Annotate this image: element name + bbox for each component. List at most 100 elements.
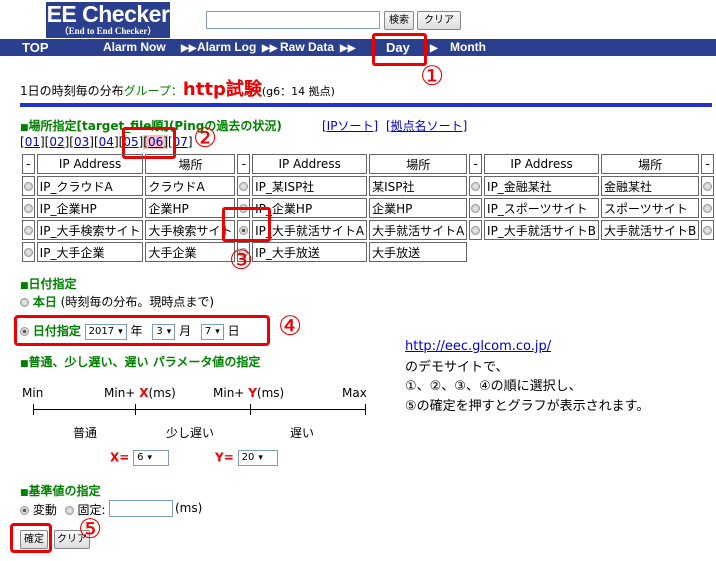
page-link[interactable]: 01 — [25, 135, 40, 149]
info-line-3: ⑤の確定を押すとグラフが表示されます。 — [405, 399, 650, 414]
y-select[interactable]: 20 — [237, 450, 278, 466]
table-row: IP_大手検索サイト 大手検索サイト IP_大手就活サイトA 大手就活サイトA … — [22, 220, 714, 240]
location-radio[interactable] — [22, 220, 35, 240]
table-header: 場所 — [145, 154, 236, 174]
nav-alarm-now[interactable]: Alarm Now — [103, 40, 166, 55]
annotation-4: ④ — [278, 311, 303, 342]
nav-arrow-icon: ▶▶ — [181, 43, 197, 54]
location-radio[interactable] — [22, 198, 35, 218]
nav-top[interactable]: TOP — [22, 40, 49, 55]
table-header: IP Address — [36, 154, 144, 174]
x-select[interactable]: 6 — [133, 450, 170, 466]
variable-label: 変動 — [32, 503, 57, 517]
search-button[interactable]: 検索 — [384, 11, 414, 30]
ip-cell: IP_大手就活サイトB — [484, 220, 600, 240]
scale-min-plus-x: Min+ X(ms) — [104, 386, 176, 400]
place-cell: スポーツサイト — [601, 198, 700, 218]
scale-tick — [135, 404, 136, 415]
name-sort-link[interactable]: [拠点名ソート] — [386, 117, 467, 134]
place-cell: クラウドA — [145, 176, 236, 196]
table-header-row: - IP Address 場所 - IP Address 場所 - IP Add… — [22, 154, 714, 174]
highlight-day — [372, 33, 427, 66]
table-header: - — [237, 154, 251, 174]
nav-alarm-log[interactable]: Alarm Log — [197, 40, 256, 55]
annotation-5: ⑤ — [78, 514, 103, 545]
variable-radio[interactable] — [20, 506, 29, 515]
table-row: IP_企業HP 企業HP IP_企業HP 企業HP IP_スポーツサイト スポー… — [22, 198, 714, 218]
fixed-radio[interactable] — [64, 506, 74, 515]
table-header: - — [22, 154, 35, 174]
nav-month[interactable]: Month — [450, 40, 486, 55]
today-label: 本日 — [32, 295, 57, 309]
location-radio[interactable] — [701, 220, 714, 240]
highlight-date — [14, 315, 270, 346]
table-header: - — [469, 154, 483, 174]
scale-min: Min — [22, 386, 44, 400]
y-param: Y= 20 — [215, 450, 278, 466]
place-cell: 大手就活サイトA — [369, 220, 468, 240]
fixed-value-input[interactable] — [109, 500, 173, 517]
location-radio[interactable] — [237, 176, 251, 196]
page-link[interactable]: 04 — [99, 135, 114, 149]
baseline-section-title: ■基準値の指定 — [20, 484, 101, 498]
location-radio[interactable] — [22, 242, 35, 262]
location-radio[interactable] — [22, 176, 35, 196]
ip-cell: IP_某ISP社 — [252, 176, 368, 196]
scale-tick — [365, 404, 366, 415]
scale-slow: 遅い — [290, 426, 315, 440]
clear-button[interactable]: クリア — [417, 11, 461, 30]
date-section-title: ■日付指定 — [20, 277, 77, 291]
ip-cell: IP_スポーツサイト — [484, 198, 600, 218]
scale-tick — [33, 404, 34, 415]
table-header: IP Address — [252, 154, 368, 174]
location-radio[interactable] — [701, 176, 714, 196]
title-prefix: 1日の時刻毎の分布 — [20, 84, 124, 98]
highlight-confirm — [10, 523, 52, 553]
place-cell: 企業HP — [369, 198, 468, 218]
nav-arrow-icon: ▶▶ — [262, 43, 278, 54]
group-count: (g6：14 拠点) — [261, 85, 335, 98]
ip-cell: IP_金融某社 — [484, 176, 600, 196]
demo-site-link[interactable]: http://eec.glcom.co.jp/ — [405, 339, 551, 354]
logo-subtitle: （End to End Checker） — [59, 26, 157, 36]
location-radio[interactable] — [469, 176, 483, 196]
today-option[interactable]: 本日 (時刻毎の分布。現時点まで) — [20, 293, 214, 310]
today-radio[interactable] — [20, 298, 29, 307]
place-cell: 大手放送 — [369, 242, 468, 262]
table-header: - — [701, 154, 714, 174]
x-param: X= 6 — [110, 450, 170, 466]
ip-sort-link[interactable]: [IPソート] — [322, 117, 378, 134]
group-label: グループ： — [123, 84, 183, 98]
nav-raw-data[interactable]: Raw Data — [280, 40, 334, 55]
page-link[interactable]: 02 — [49, 135, 64, 149]
nav-arrow-icon: ▶▶ — [340, 43, 356, 54]
ee-checker-logo[interactable]: EE Checker （End to End Checker） — [46, 2, 170, 38]
fixed-ms: (ms) — [175, 501, 203, 515]
location-radio[interactable] — [701, 198, 714, 218]
ip-cell: IP_クラウドA — [36, 176, 144, 196]
scale-slightly-slow: 少し遅い — [166, 426, 215, 440]
location-table: - IP Address 場所 - IP Address 場所 - IP Add… — [20, 152, 716, 264]
logo-title: EE Checker — [46, 1, 170, 27]
nav-bar: TOP Alarm Now ▶▶ Alarm Log ▶▶ Raw Data ▶… — [0, 39, 716, 56]
table-row: IP_クラウドA クラウドA IP_某ISP社 某ISP社 IP_金融某社 金融… — [22, 176, 714, 196]
divider — [20, 103, 712, 107]
place-cell: 大手就活サイトB — [601, 220, 700, 240]
params-section-title: ■普通、少し遅い、遅い パラメータ値の指定 — [20, 355, 261, 369]
table-row: IP_大手企業 大手企業 IP_大手放送 大手放送 — [22, 242, 714, 262]
annotation-2: ② — [193, 123, 218, 154]
location-radio[interactable] — [469, 220, 483, 240]
ip-cell: IP_大手検索サイト — [36, 220, 144, 240]
table-header: 場所 — [369, 154, 468, 174]
highlight-location — [222, 207, 271, 242]
location-radio[interactable] — [469, 198, 483, 218]
group-name: http試験 — [182, 79, 262, 100]
place-cell: 金融某社 — [601, 176, 700, 196]
page-link[interactable]: 03 — [74, 135, 89, 149]
scale-tick — [250, 404, 251, 415]
ip-cell: IP_大手企業 — [36, 242, 144, 262]
scale-min-plus-y: Min+ Y(ms) — [213, 386, 285, 400]
nav-arrow-icon: ▶ — [430, 43, 438, 54]
search-input[interactable] — [206, 11, 380, 29]
table-header: 場所 — [601, 154, 700, 174]
